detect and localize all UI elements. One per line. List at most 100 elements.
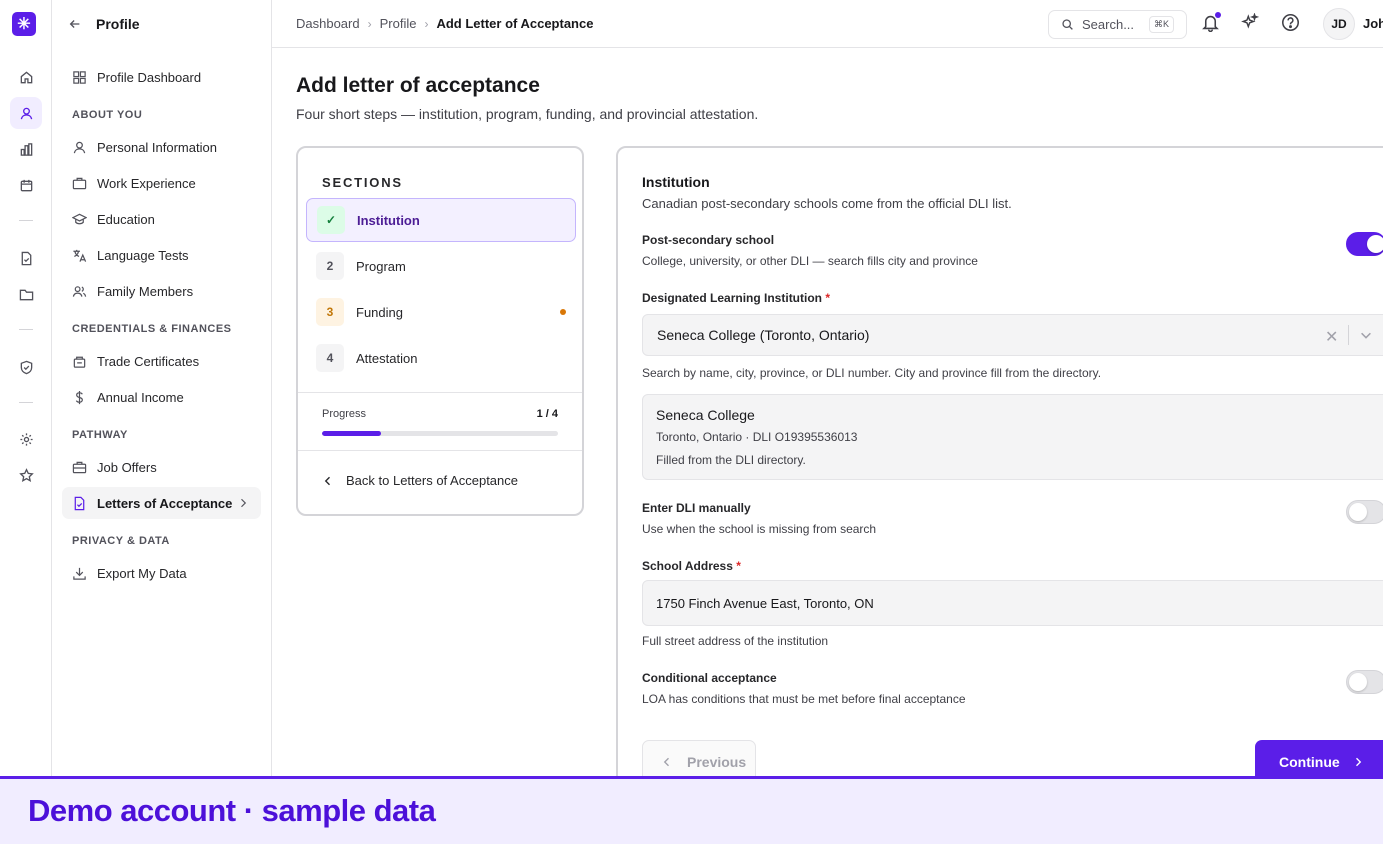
post-secondary-label: Post-secondary school	[642, 233, 775, 247]
dli-label: Designated Learning Institution *	[642, 291, 830, 305]
step-program[interactable]: 2 Program	[306, 244, 576, 288]
sections-heading: SECTIONS	[322, 175, 403, 190]
sidebar-item-label: Work Experience	[97, 175, 196, 191]
required-mark: *	[736, 559, 741, 573]
sidebar-item-annual-income[interactable]: Annual Income	[62, 381, 261, 413]
user-icon[interactable]	[10, 97, 42, 129]
sidebar-item-label: Export My Data	[97, 565, 187, 581]
search-icon	[1061, 18, 1074, 31]
users-icon	[72, 284, 87, 299]
sidebar-item-trade-certificates[interactable]: Trade Certificates	[62, 345, 261, 377]
dli-label-text: Designated Learning Institution	[642, 291, 823, 305]
sidebar-item-personal-information[interactable]: Personal Information	[62, 131, 261, 163]
step-number: 3	[316, 298, 344, 326]
shield-check-icon[interactable]	[10, 351, 42, 383]
sidebar-item-label: Letters of Acceptance	[97, 495, 233, 511]
sidebar-item-export-my-data[interactable]: Export My Data	[62, 557, 261, 589]
asterisk-logo-icon[interactable]: ✳	[12, 12, 36, 36]
sidebar-item-work-experience[interactable]: Work Experience	[62, 167, 261, 199]
sidebar-item-label: Profile Dashboard	[97, 69, 202, 85]
toggle-knob	[1349, 503, 1367, 521]
step-number: 4	[316, 344, 344, 372]
step-institution[interactable]: ✓ Institution	[306, 198, 576, 242]
sparkles-icon[interactable]	[1241, 13, 1261, 33]
post-secondary-desc: College, university, or other DLI — sear…	[642, 254, 978, 268]
arrow-left-icon[interactable]	[68, 17, 82, 31]
post-secondary-toggle[interactable]	[1346, 232, 1383, 256]
folder-icon[interactable]	[10, 278, 42, 310]
clear-icon[interactable]: ✕	[1325, 327, 1338, 347]
certificate-icon	[72, 354, 87, 369]
back-to-letters-link[interactable]: Back to Letters of Acceptance	[322, 473, 518, 488]
graduation-cap-icon	[72, 212, 87, 227]
dli-select[interactable]: Seneca College (Toronto, Ontario) ✕	[642, 314, 1383, 356]
chevron-right-icon	[1352, 756, 1364, 768]
sidebar-item-profile-dashboard[interactable]: Profile Dashboard	[62, 61, 261, 93]
avatar[interactable]: JD	[1323, 8, 1355, 40]
manual-dli-label: Enter DLI manually	[642, 501, 751, 515]
manual-dli-toggle[interactable]	[1346, 500, 1383, 524]
sidebar-item-job-offers[interactable]: Job Offers	[62, 451, 261, 483]
sidebar-item-label: Personal Information	[97, 139, 217, 155]
step-funding[interactable]: 3 Funding	[306, 290, 576, 334]
chart-icon[interactable]	[10, 133, 42, 165]
step-attestation[interactable]: 4 Attestation	[306, 336, 576, 380]
user-name[interactable]: Joh	[1363, 16, 1383, 31]
step-label: Program	[356, 258, 406, 274]
chevron-right-icon: ›	[367, 16, 372, 31]
star-icon[interactable]	[10, 459, 42, 491]
home-icon[interactable]	[10, 61, 42, 93]
sidebar-header: Profile	[52, 0, 271, 48]
divider	[298, 450, 582, 451]
sidebar-item-language-tests[interactable]: Language Tests	[62, 239, 261, 271]
page-title: Add letter of acceptance	[296, 74, 540, 97]
search-placeholder: Search...	[1082, 17, 1135, 32]
manual-dli-desc: Use when the school is missing from sear…	[642, 522, 877, 536]
icon-rail: ✳	[0, 0, 52, 776]
briefcase-icon	[72, 460, 87, 475]
dli-help: Search by name, city, province, or DLI n…	[642, 366, 1102, 380]
breadcrumb-dashboard[interactable]: Dashboard	[296, 16, 360, 31]
calendar-icon[interactable]	[10, 169, 42, 201]
breadcrumb-profile[interactable]: Profile	[380, 16, 417, 31]
address-help: Full street address of the institution	[642, 634, 829, 648]
demo-banner-text: Demo account · sample data	[28, 793, 436, 828]
step-label: Attestation	[356, 350, 418, 366]
sidebar-section-heading: PRIVACY & DATA	[72, 535, 170, 547]
chevron-down-icon[interactable]	[1359, 328, 1373, 342]
profile-sidebar: Profile Profile Dashboard ABOUT YOU Pers…	[52, 0, 272, 776]
chevron-right-icon	[237, 497, 249, 509]
progress-label: Progress	[322, 408, 367, 420]
warning-dot	[560, 309, 566, 315]
sidebar-item-label: Trade Certificates	[97, 353, 200, 369]
institution-form: Institution Canadian post-secondary scho…	[616, 146, 1383, 806]
file-check-icon	[72, 496, 87, 511]
rail-divider	[19, 220, 33, 221]
sidebar-section-heading: PATHWAY	[72, 429, 128, 441]
gear-icon[interactable]	[10, 423, 42, 455]
briefcase-icon	[72, 176, 87, 191]
bell-icon[interactable]	[1201, 12, 1221, 33]
dli-school-name: Seneca College	[656, 407, 755, 423]
help-icon[interactable]	[1281, 13, 1301, 33]
address-label: School Address *	[642, 559, 741, 573]
sidebar-item-label: Job Offers	[97, 459, 157, 475]
search-input[interactable]: Search... ⌘K	[1048, 10, 1187, 39]
file-check-icon[interactable]	[10, 242, 42, 274]
breadcrumb: Dashboard › Profile › Add Letter of Acce…	[296, 16, 593, 31]
chevron-left-icon	[322, 475, 334, 487]
school-address-field[interactable]: 1750 Finch Avenue East, Toronto, ON	[642, 580, 1383, 626]
sidebar-item-education[interactable]: Education	[62, 203, 261, 235]
download-icon	[72, 566, 87, 581]
sidebar-item-letters-of-acceptance[interactable]: Letters of Acceptance	[62, 487, 261, 519]
step-label: Institution	[357, 212, 420, 228]
dollar-icon	[72, 390, 87, 405]
sidebar-item-family-members[interactable]: Family Members	[62, 275, 261, 307]
sidebar-title: Profile	[96, 16, 140, 32]
check-icon: ✓	[317, 206, 345, 234]
conditional-toggle[interactable]	[1346, 670, 1383, 694]
rail-divider	[19, 329, 33, 330]
page-subtitle: Four short steps — institution, program,…	[296, 106, 759, 122]
conditional-desc: LOA has conditions that must be met befo…	[642, 692, 966, 706]
dli-info-panel: Seneca College Toronto, Ontario · DLI O1…	[642, 394, 1383, 480]
